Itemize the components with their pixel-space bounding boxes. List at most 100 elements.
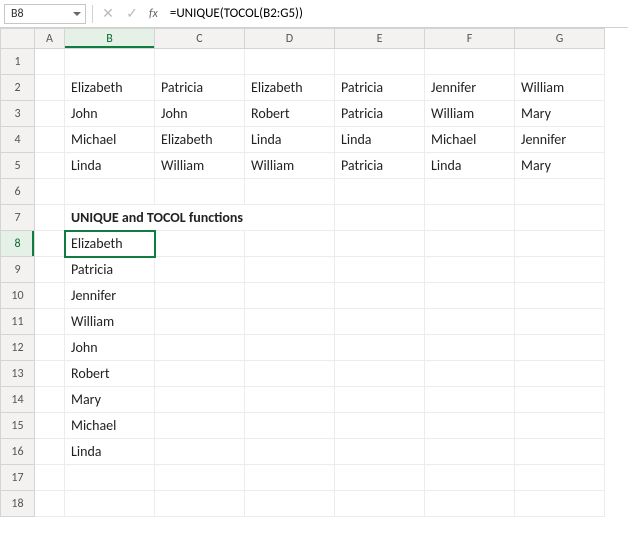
cell-G13[interactable] <box>515 361 605 387</box>
cell-E18[interactable] <box>335 491 425 517</box>
cell-E16[interactable] <box>335 439 425 465</box>
cell-C8[interactable] <box>155 231 245 257</box>
col-header-B[interactable]: B <box>65 29 155 49</box>
cell-B16[interactable]: Linda <box>65 439 155 465</box>
cell-D16[interactable] <box>245 439 335 465</box>
row-header-14[interactable]: 14 <box>1 387 35 413</box>
col-header-F[interactable]: F <box>425 29 515 49</box>
cell-G12[interactable] <box>515 335 605 361</box>
cell-A4[interactable] <box>35 127 65 153</box>
cell-A11[interactable] <box>35 309 65 335</box>
cell-F8[interactable] <box>425 231 515 257</box>
cell-B13[interactable]: Robert <box>65 361 155 387</box>
cell-G4[interactable]: Jennifer <box>515 127 605 153</box>
cell-D5[interactable]: William <box>245 153 335 179</box>
cell-C9[interactable] <box>155 257 245 283</box>
cell-C5[interactable]: William <box>155 153 245 179</box>
cell-F12[interactable] <box>425 335 515 361</box>
cell-G11[interactable] <box>515 309 605 335</box>
row-header-12[interactable]: 12 <box>1 335 35 361</box>
col-header-E[interactable]: E <box>335 29 425 49</box>
cell-A6[interactable] <box>35 179 65 205</box>
row-header-15[interactable]: 15 <box>1 413 35 439</box>
cell-A8[interactable] <box>35 231 65 257</box>
cell-A15[interactable] <box>35 413 65 439</box>
cell-C2[interactable]: Patricia <box>155 75 245 101</box>
cell-A18[interactable] <box>35 491 65 517</box>
row-header-16[interactable]: 16 <box>1 439 35 465</box>
row-header-7[interactable]: 7 <box>1 205 35 231</box>
cell-G17[interactable] <box>515 465 605 491</box>
cell-E2[interactable]: Patricia <box>335 75 425 101</box>
cell-G18[interactable] <box>515 491 605 517</box>
cell-F3[interactable]: William <box>425 101 515 127</box>
cell-G10[interactable] <box>515 283 605 309</box>
cell-C12[interactable] <box>155 335 245 361</box>
cell-A5[interactable] <box>35 153 65 179</box>
cell-F1[interactable] <box>425 49 515 75</box>
cell-G7[interactable] <box>515 205 605 231</box>
cell-E6[interactable] <box>335 179 425 205</box>
cell-A3[interactable] <box>35 101 65 127</box>
cell-G8[interactable] <box>515 231 605 257</box>
cell-A14[interactable] <box>35 387 65 413</box>
cell-D15[interactable] <box>245 413 335 439</box>
cell-F11[interactable] <box>425 309 515 335</box>
col-header-G[interactable]: G <box>515 29 605 49</box>
row-header-17[interactable]: 17 <box>1 465 35 491</box>
cell-E8[interactable] <box>335 231 425 257</box>
cell-B1[interactable] <box>65 49 155 75</box>
cell-D10[interactable] <box>245 283 335 309</box>
cell-F16[interactable] <box>425 439 515 465</box>
row-header-9[interactable]: 9 <box>1 257 35 283</box>
cell-B7-heading[interactable]: UNIQUE and TOCOL functions <box>65 205 335 231</box>
cell-A1[interactable] <box>35 49 65 75</box>
cell-A7[interactable] <box>35 205 65 231</box>
cell-B14[interactable]: Mary <box>65 387 155 413</box>
cell-G1[interactable] <box>515 49 605 75</box>
cell-G16[interactable] <box>515 439 605 465</box>
cell-E15[interactable] <box>335 413 425 439</box>
cell-B3[interactable]: John <box>65 101 155 127</box>
cell-E11[interactable] <box>335 309 425 335</box>
cell-E12[interactable] <box>335 335 425 361</box>
cell-A10[interactable] <box>35 283 65 309</box>
cell-D2[interactable]: Elizabeth <box>245 75 335 101</box>
cell-D13[interactable] <box>245 361 335 387</box>
cell-C1[interactable] <box>155 49 245 75</box>
cell-E14[interactable] <box>335 387 425 413</box>
cell-D1[interactable] <box>245 49 335 75</box>
cell-C4[interactable]: Elizabeth <box>155 127 245 153</box>
row-header-10[interactable]: 10 <box>1 283 35 309</box>
cell-A9[interactable] <box>35 257 65 283</box>
name-box[interactable]: B8 <box>4 4 86 24</box>
cell-B18[interactable] <box>65 491 155 517</box>
cell-G3[interactable]: Mary <box>515 101 605 127</box>
cell-B6[interactable] <box>65 179 155 205</box>
cell-F6[interactable] <box>425 179 515 205</box>
cell-B15[interactable]: Michael <box>65 413 155 439</box>
cell-F5[interactable]: Linda <box>425 153 515 179</box>
cell-G2[interactable]: William <box>515 75 605 101</box>
cell-A17[interactable] <box>35 465 65 491</box>
cell-B2[interactable]: Elizabeth <box>65 75 155 101</box>
cell-C6[interactable] <box>155 179 245 205</box>
row-header-2[interactable]: 2 <box>1 75 35 101</box>
cell-B11[interactable]: William <box>65 309 155 335</box>
cell-G14[interactable] <box>515 387 605 413</box>
cell-D6[interactable] <box>245 179 335 205</box>
row-header-8[interactable]: 8 <box>1 231 35 257</box>
cell-D18[interactable] <box>245 491 335 517</box>
cell-F2[interactable]: Jennifer <box>425 75 515 101</box>
cell-F13[interactable] <box>425 361 515 387</box>
cell-D12[interactable] <box>245 335 335 361</box>
cell-E9[interactable] <box>335 257 425 283</box>
cell-F9[interactable] <box>425 257 515 283</box>
row-header-11[interactable]: 11 <box>1 309 35 335</box>
row-header-13[interactable]: 13 <box>1 361 35 387</box>
cell-E4[interactable]: Linda <box>335 127 425 153</box>
cell-A12[interactable] <box>35 335 65 361</box>
cell-G15[interactable] <box>515 413 605 439</box>
col-header-D[interactable]: D <box>245 29 335 49</box>
cell-B9[interactable]: Patricia <box>65 257 155 283</box>
